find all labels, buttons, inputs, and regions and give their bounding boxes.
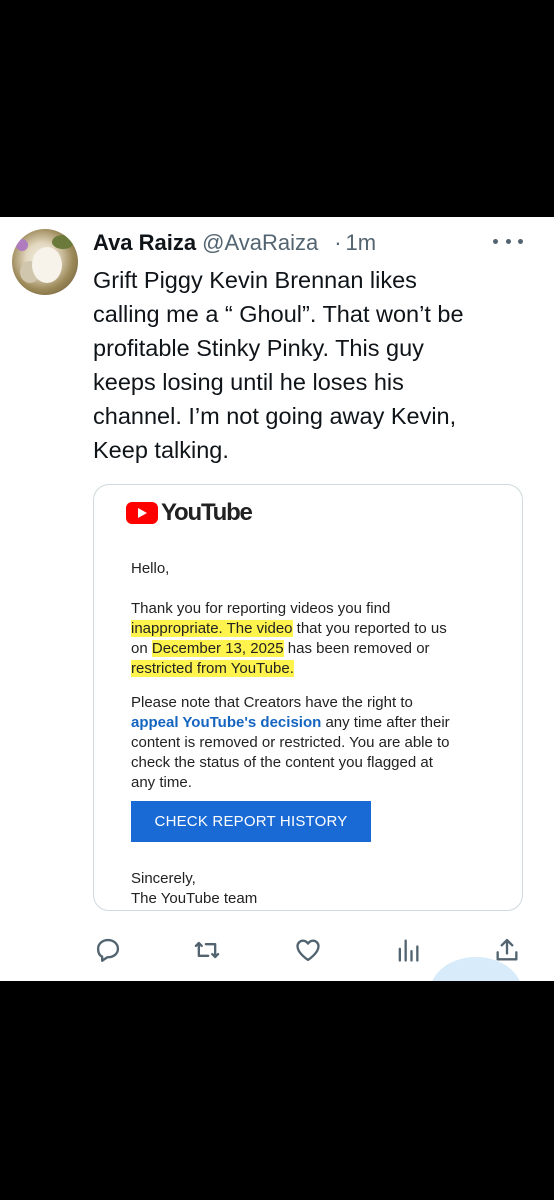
tweet-text-line: Keep talking. bbox=[93, 437, 229, 463]
separator: · bbox=[334, 230, 342, 255]
retweet-icon[interactable] bbox=[193, 936, 221, 964]
tweet-text-line: keeps losing until he loses his bbox=[93, 369, 404, 395]
email-line: any time. bbox=[131, 774, 192, 791]
email-line: Please note that Creators have the right… bbox=[131, 694, 413, 711]
more-options-icon[interactable] bbox=[493, 229, 523, 253]
tweet-actions bbox=[0, 930, 554, 970]
signoff-team: The YouTube team bbox=[131, 890, 258, 907]
tweet-text-line: Grift Piggy Kevin Brennan likes bbox=[93, 267, 417, 293]
reply-icon[interactable] bbox=[94, 936, 122, 964]
email-body: Hello, Thank you for reporting videos yo… bbox=[131, 559, 501, 793]
views-icon[interactable] bbox=[394, 936, 422, 964]
email-line: Thank you for reporting videos you find bbox=[131, 600, 391, 617]
tweet-text-line: channel. I’m not going away Kevin, bbox=[93, 403, 457, 429]
tweet-header: Ava Raiza @AvaRaiza · 1m bbox=[93, 230, 376, 260]
tweet-card: Ava Raiza @AvaRaiza · 1m Grift Piggy Kev… bbox=[0, 217, 554, 981]
share-icon[interactable] bbox=[493, 936, 521, 964]
author-name[interactable]: Ava Raiza bbox=[93, 230, 196, 256]
signoff-line: Sincerely, bbox=[131, 870, 196, 887]
highlighted-date: December 13, 2025 bbox=[151, 640, 284, 657]
like-icon[interactable] bbox=[294, 936, 322, 964]
email-line: check the status of the content you flag… bbox=[131, 754, 433, 771]
tweet-text: Grift Piggy Kevin Brennan likes calling … bbox=[93, 263, 523, 467]
timestamp[interactable]: 1m bbox=[346, 230, 377, 256]
email-line: inappropriate. The video that you report… bbox=[131, 620, 447, 637]
avatar[interactable] bbox=[12, 229, 78, 295]
highlighted-text: inappropriate. The video bbox=[131, 620, 293, 637]
tweet-text-line: profitable Stinky Pinky. This guy bbox=[93, 335, 424, 361]
email-signoff: Sincerely, The YouTube team bbox=[131, 869, 257, 909]
email-line: appeal YouTube's decision any time after… bbox=[131, 714, 450, 731]
attached-email-image[interactable]: YouTube Hello, Thank you for reporting v… bbox=[93, 484, 523, 911]
youtube-logo: YouTube bbox=[126, 499, 253, 527]
youtube-wordmark: YouTube bbox=[161, 499, 253, 526]
email-line: on December 13, 2025 has been removed or bbox=[131, 640, 430, 657]
tweet-text-line: calling me a “ Ghoul”. That won’t be bbox=[93, 301, 464, 327]
author-handle[interactable]: @AvaRaiza bbox=[202, 230, 318, 256]
youtube-play-icon bbox=[126, 502, 158, 524]
highlighted-text: restricted from YouTube. bbox=[131, 660, 294, 677]
check-report-history-button[interactable]: CHECK REPORT HISTORY bbox=[131, 801, 371, 842]
email-greeting: Hello, bbox=[131, 560, 170, 577]
email-line: restricted from YouTube. bbox=[131, 659, 501, 679]
email-line: content is removed or restricted. You ar… bbox=[131, 734, 450, 751]
appeal-link[interactable]: appeal YouTube's decision bbox=[131, 714, 321, 731]
